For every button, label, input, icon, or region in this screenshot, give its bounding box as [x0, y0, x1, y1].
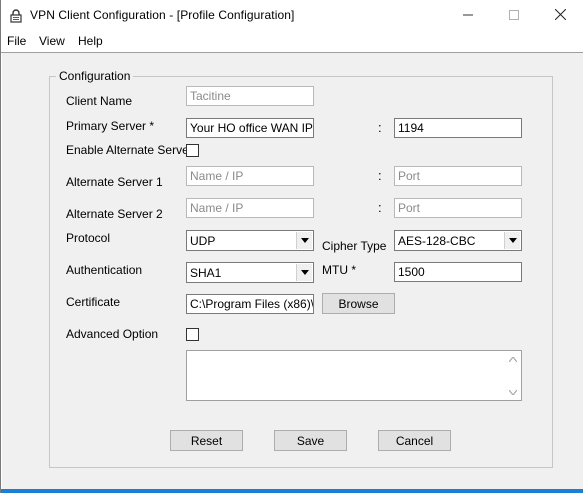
authentication-label: Authentication — [66, 263, 143, 277]
alternate-server-1-input[interactable]: Name / IP — [186, 166, 314, 186]
alternate-2-port-separator: : — [378, 200, 382, 215]
scroll-up-icon[interactable] — [507, 353, 519, 365]
menu-file[interactable]: File — [7, 34, 26, 48]
advanced-option-textarea[interactable] — [186, 350, 522, 401]
alternate-server-1-port-input[interactable]: Port — [394, 166, 522, 186]
mtu-input[interactable]: 1500 — [394, 262, 522, 282]
cipher-type-label: Cipher Type — [322, 239, 387, 253]
cipher-type-value: AES-128-CBC — [398, 234, 476, 248]
scroll-down-icon[interactable] — [507, 386, 519, 398]
app-window: VPN Client Configuration - [Profile Conf… — [0, 0, 583, 493]
primary-port-separator: : — [378, 120, 382, 135]
chevron-down-icon[interactable] — [296, 232, 312, 249]
minimize-button[interactable] — [445, 0, 491, 32]
protocol-label: Protocol — [66, 231, 111, 245]
alternate-server-1-label: Alternate Server 1 — [66, 175, 163, 189]
window-title: VPN Client Configuration - [Profile Conf… — [30, 8, 295, 22]
alternate-server-2-port-input[interactable]: Port — [394, 198, 522, 218]
client-name-field: Tacitine — [186, 86, 314, 106]
close-button[interactable] — [537, 0, 583, 32]
client-name-label: Client Name — [66, 94, 133, 108]
maximize-icon — [509, 9, 519, 23]
primary-server-label: Primary Server * — [66, 119, 155, 133]
cancel-button[interactable]: Cancel — [378, 430, 451, 451]
protocol-select[interactable]: UDP — [186, 230, 314, 251]
browse-button[interactable]: Browse — [322, 293, 395, 314]
menu-view[interactable]: View — [39, 34, 65, 48]
advanced-option-label: Advanced Option — [66, 327, 159, 341]
primary-server-input[interactable]: Your HO office WAN IP — [186, 118, 314, 138]
minimize-icon — [463, 9, 473, 23]
protocol-value: UDP — [190, 234, 216, 248]
menu-bar: File View Help — [1, 32, 583, 52]
reset-button[interactable]: Reset — [170, 430, 243, 451]
certificate-label: Certificate — [66, 295, 121, 309]
alternate-1-port-separator: : — [378, 168, 382, 183]
certificate-path-input[interactable]: C:\Program Files (x86)\Op — [186, 294, 314, 314]
chevron-down-icon[interactable] — [296, 264, 312, 281]
enable-alternate-label: Enable Alternate Server — [66, 143, 193, 157]
authentication-value: SHA1 — [190, 266, 222, 280]
advanced-option-checkbox[interactable] — [186, 328, 199, 341]
primary-port-input[interactable]: 1194 — [394, 118, 522, 138]
authentication-select[interactable]: SHA1 — [186, 262, 314, 283]
menu-help[interactable]: Help — [78, 34, 103, 48]
maximize-button[interactable] — [491, 0, 537, 32]
alternate-server-2-input[interactable]: Name / IP — [186, 198, 314, 218]
window-bottom-edge — [1, 489, 583, 493]
enable-alternate-checkbox[interactable] — [186, 144, 199, 157]
chevron-down-icon[interactable] — [504, 232, 520, 249]
mtu-label: MTU * — [322, 263, 356, 277]
configuration-group-title: Configuration — [56, 69, 134, 83]
save-button[interactable]: Save — [274, 430, 347, 451]
alternate-server-2-label: Alternate Server 2 — [66, 207, 163, 221]
lock-icon — [9, 9, 23, 23]
cipher-type-select[interactable]: AES-128-CBC — [394, 230, 522, 251]
title-bar[interactable]: VPN Client Configuration - [Profile Conf… — [1, 0, 583, 32]
close-icon — [554, 8, 566, 23]
